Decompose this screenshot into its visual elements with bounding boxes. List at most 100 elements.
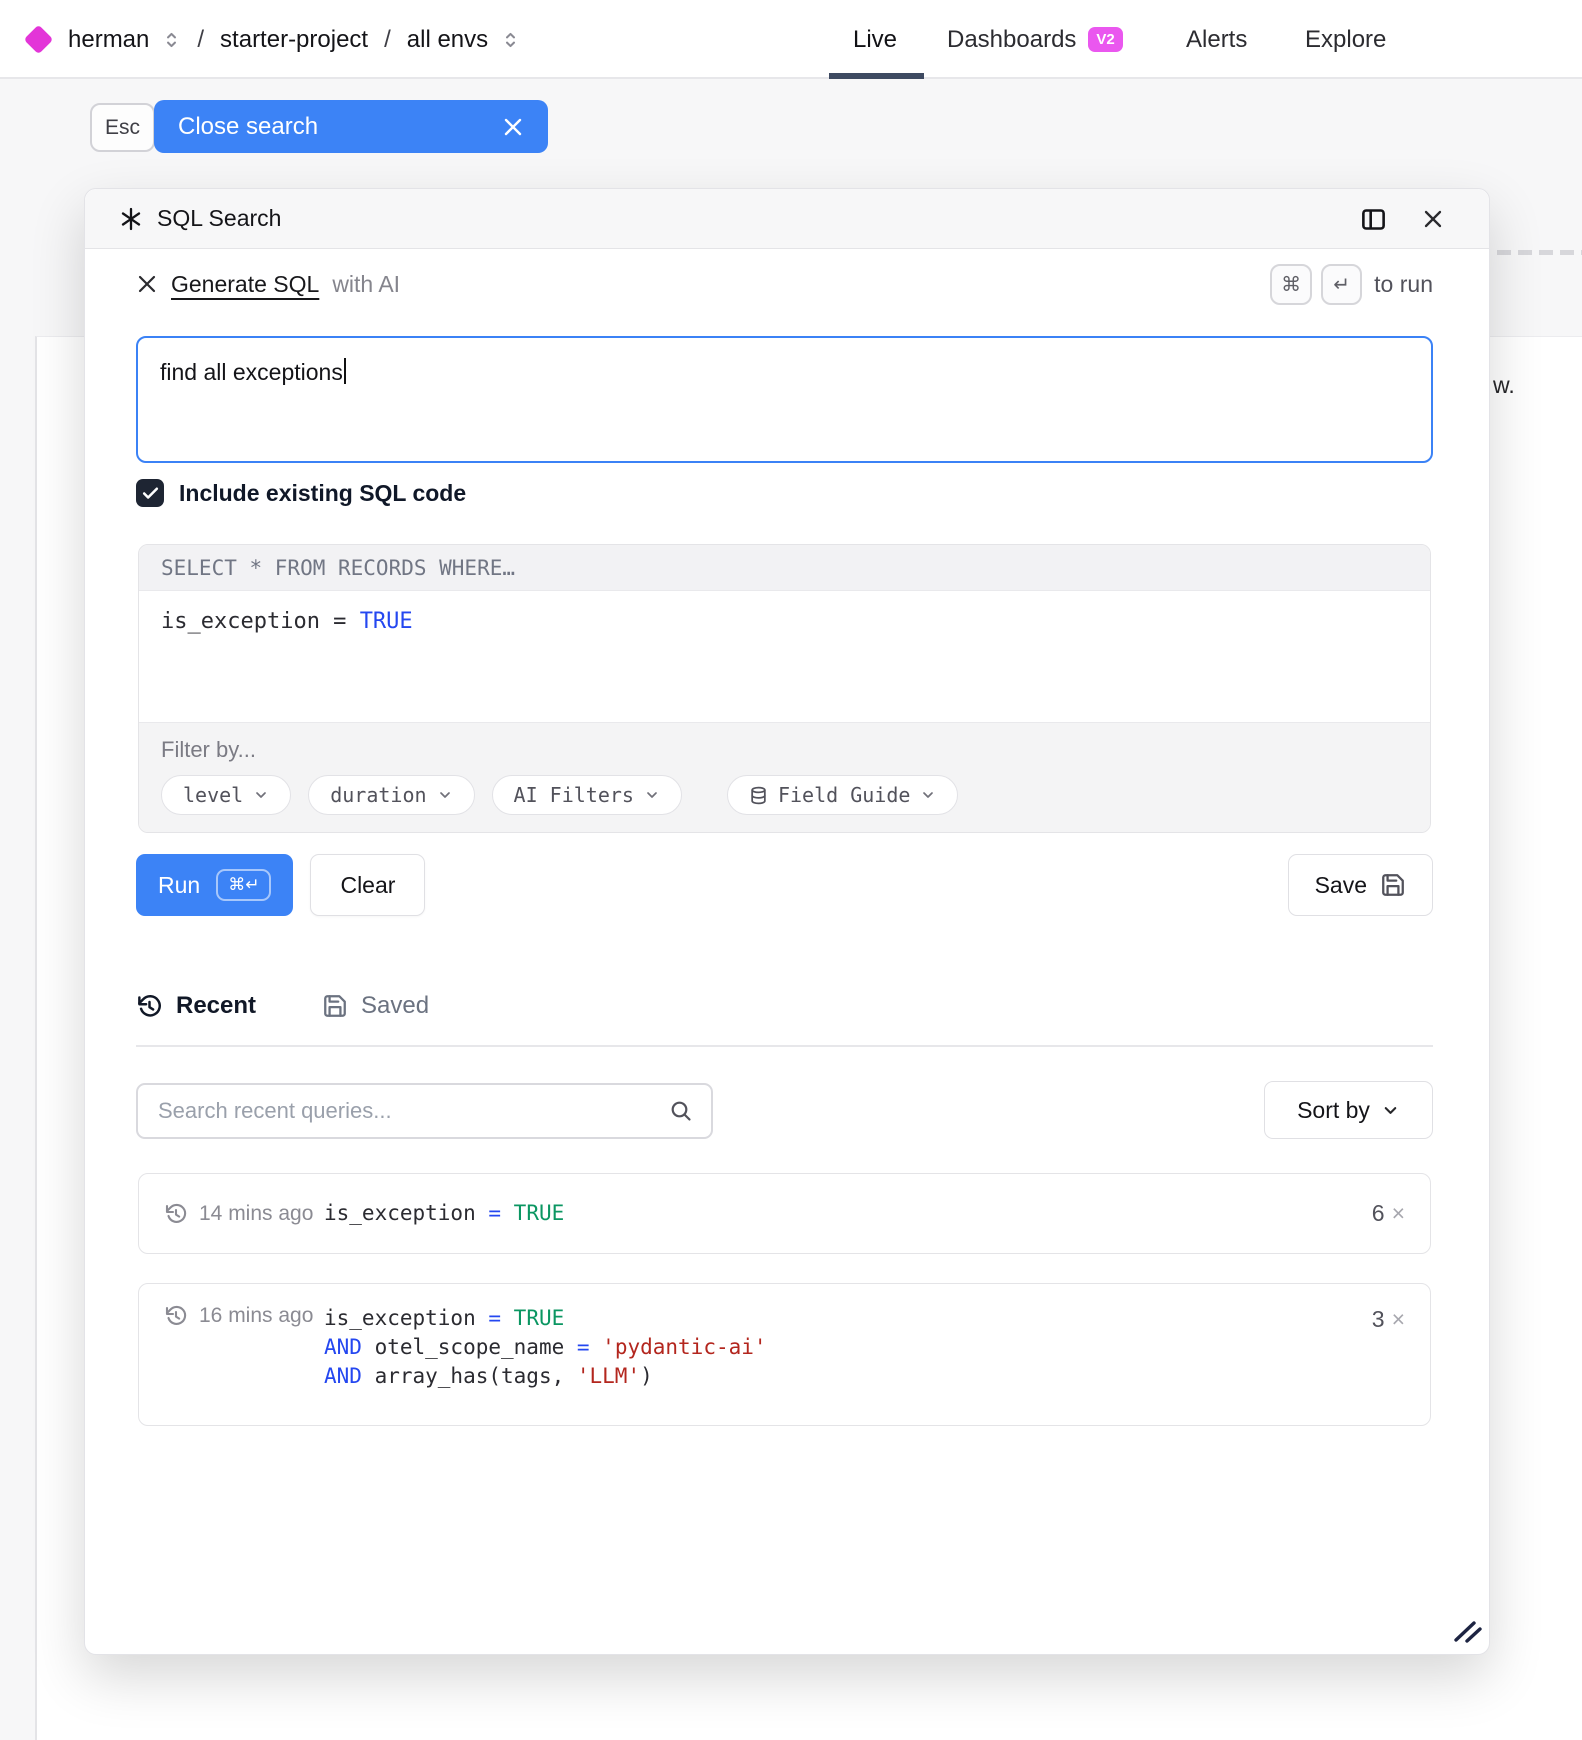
query-time-label: 14 mins ago <box>199 1202 313 1226</box>
filter-chip-field-guide[interactable]: Field Guide <box>727 775 958 815</box>
tab-alerts[interactable]: Alerts <box>1186 0 1247 79</box>
modal-header: SQL Search <box>85 189 1489 249</box>
panel-left-icon <box>1360 206 1387 233</box>
save-button[interactable]: Save <box>1288 854 1433 916</box>
close-icon <box>502 116 524 138</box>
tab-saved[interactable]: Saved <box>322 992 429 1020</box>
breadcrumb-project[interactable]: starter-project <box>220 26 368 54</box>
tab-dashboards[interactable]: Dashboards V2 <box>947 0 1123 79</box>
sql-editor-code[interactable]: is_exception = TRUE <box>139 591 1430 722</box>
filter-by-label: Filter by... <box>161 737 1408 763</box>
history-clock-icon <box>164 1304 188 1328</box>
ai-prompt-value: find all exceptions <box>160 359 343 385</box>
include-sql-label: Include existing SQL code <box>179 480 466 507</box>
to-run-label: to run <box>1374 271 1433 298</box>
query-timestamp: 16 mins ago <box>164 1304 324 1328</box>
resize-grip-icon <box>1452 1619 1482 1643</box>
save-floppy-icon <box>322 993 348 1019</box>
chip-label: Field Guide <box>778 783 910 807</box>
filter-bar: Filter by... level duration AI Filters <box>139 722 1430 833</box>
sort-by-button[interactable]: Sort by <box>1264 1081 1433 1139</box>
chip-label: level <box>183 783 243 807</box>
close-icon <box>136 273 158 295</box>
chevron-down-icon <box>920 787 936 803</box>
include-sql-checkbox-row[interactable]: Include existing SQL code <box>136 479 466 507</box>
action-buttons-row: Run ⌘↵ Clear Save <box>136 854 1433 916</box>
breadcrumb-env[interactable]: all envs <box>407 26 488 54</box>
tab-recent[interactable]: Recent <box>136 992 256 1020</box>
sparkle-asterisk-icon <box>119 207 143 231</box>
breadcrumb-org[interactable]: herman <box>68 26 149 54</box>
breadcrumb: herman / starter-project / all envs <box>28 0 520 79</box>
check-icon <box>141 484 160 503</box>
generate-sql-row: Generate SQL with AI ⌘ ↵ to run <box>136 263 1433 305</box>
sort-by-label: Sort by <box>1297 1097 1370 1124</box>
history-clock-icon <box>136 993 163 1020</box>
generate-sql-link[interactable]: Generate SQL <box>171 271 319 298</box>
count-value: 6 <box>1372 1200 1385 1227</box>
search-icon <box>669 1099 693 1123</box>
sql-editor-header: SELECT * FROM RECORDS WHERE… <box>139 545 1430 591</box>
recent-query-row[interactable]: 16 mins ago is_exception = TRUE AND otel… <box>138 1283 1431 1426</box>
updown-chevron-icon[interactable] <box>162 29 181 51</box>
chevron-down-icon <box>644 787 660 803</box>
close-search-label: Close search <box>178 113 318 141</box>
chevron-down-icon <box>1381 1101 1400 1120</box>
include-sql-checkbox[interactable] <box>136 479 164 507</box>
query-code-line: AND otel_scope_name = 'pydantic-ai' <box>324 1333 767 1362</box>
background-dashed-line <box>1497 250 1582 255</box>
times-glyph: × <box>1392 1306 1405 1333</box>
logo-diamond-icon[interactable] <box>24 25 54 55</box>
save-label: Save <box>1315 872 1367 899</box>
query-run-count[interactable]: 6 × <box>1372 1200 1405 1227</box>
chip-label: duration <box>330 783 426 807</box>
updown-chevron-icon[interactable] <box>501 29 520 51</box>
top-bar: herman / starter-project / all envs Live… <box>0 0 1582 79</box>
breadcrumb-separator: / <box>381 26 394 54</box>
run-label: Run <box>158 872 200 899</box>
close-search-button[interactable]: Close search <box>154 100 548 153</box>
sql-search-modal: SQL Search Generate SQL with AI ⌘ <box>84 188 1490 1655</box>
query-code: is_exception = TRUE <box>324 1199 564 1228</box>
recent-search-box <box>136 1083 713 1139</box>
app-screen: w. herman / starter-project / all envs L… <box>0 0 1582 1740</box>
ai-prompt-input[interactable]: find all exceptions <box>136 336 1433 463</box>
run-button[interactable]: Run ⌘↵ <box>136 854 293 916</box>
database-icon <box>749 786 768 805</box>
tab-live[interactable]: Live <box>853 0 897 79</box>
filter-chip-level[interactable]: level <box>161 775 291 815</box>
chevron-down-icon <box>437 787 453 803</box>
dismiss-ai-button[interactable] <box>136 273 158 295</box>
filter-chip-ai-filters[interactable]: AI Filters <box>492 775 682 815</box>
query-code-line: is_exception = TRUE <box>324 1304 767 1333</box>
history-clock-icon <box>164 1202 188 1226</box>
recent-query-row[interactable]: 14 mins ago is_exception = TRUE 6 × <box>138 1173 1431 1254</box>
query-time-label: 16 mins ago <box>199 1304 313 1328</box>
chevron-down-icon <box>253 787 269 803</box>
modal-close-button[interactable] <box>1421 207 1445 231</box>
query-code: is_exception = TRUE AND otel_scope_name … <box>324 1304 767 1391</box>
resize-handle[interactable] <box>1452 1619 1482 1648</box>
esc-key-hint: Esc <box>90 103 155 152</box>
tab-dashboards-label: Dashboards <box>947 26 1076 54</box>
query-run-count[interactable]: 3 × <box>1372 1306 1405 1333</box>
tab-explore[interactable]: Explore <box>1305 0 1386 79</box>
filter-chip-duration[interactable]: duration <box>308 775 474 815</box>
text-caret <box>344 358 346 384</box>
dock-panel-button[interactable] <box>1360 206 1387 233</box>
times-glyph: × <box>1392 1200 1405 1227</box>
background-clipped-text: w. <box>1493 372 1515 399</box>
query-timestamp: 14 mins ago <box>164 1202 324 1226</box>
tab-saved-label: Saved <box>361 992 429 1020</box>
query-code-line: is_exception = TRUE <box>324 1199 564 1228</box>
v2-badge: V2 <box>1088 27 1122 52</box>
generate-sql-suffix: with AI <box>332 271 400 298</box>
search-recent-input[interactable] <box>156 1097 669 1125</box>
count-value: 3 <box>1372 1306 1385 1333</box>
modal-title: SQL Search <box>157 205 281 232</box>
sql-editor[interactable]: SELECT * FROM RECORDS WHERE… is_exceptio… <box>138 544 1431 833</box>
clear-button[interactable]: Clear <box>310 854 425 916</box>
breadcrumb-separator: / <box>194 26 207 54</box>
chip-label: AI Filters <box>514 783 634 807</box>
save-floppy-icon <box>1380 872 1406 898</box>
